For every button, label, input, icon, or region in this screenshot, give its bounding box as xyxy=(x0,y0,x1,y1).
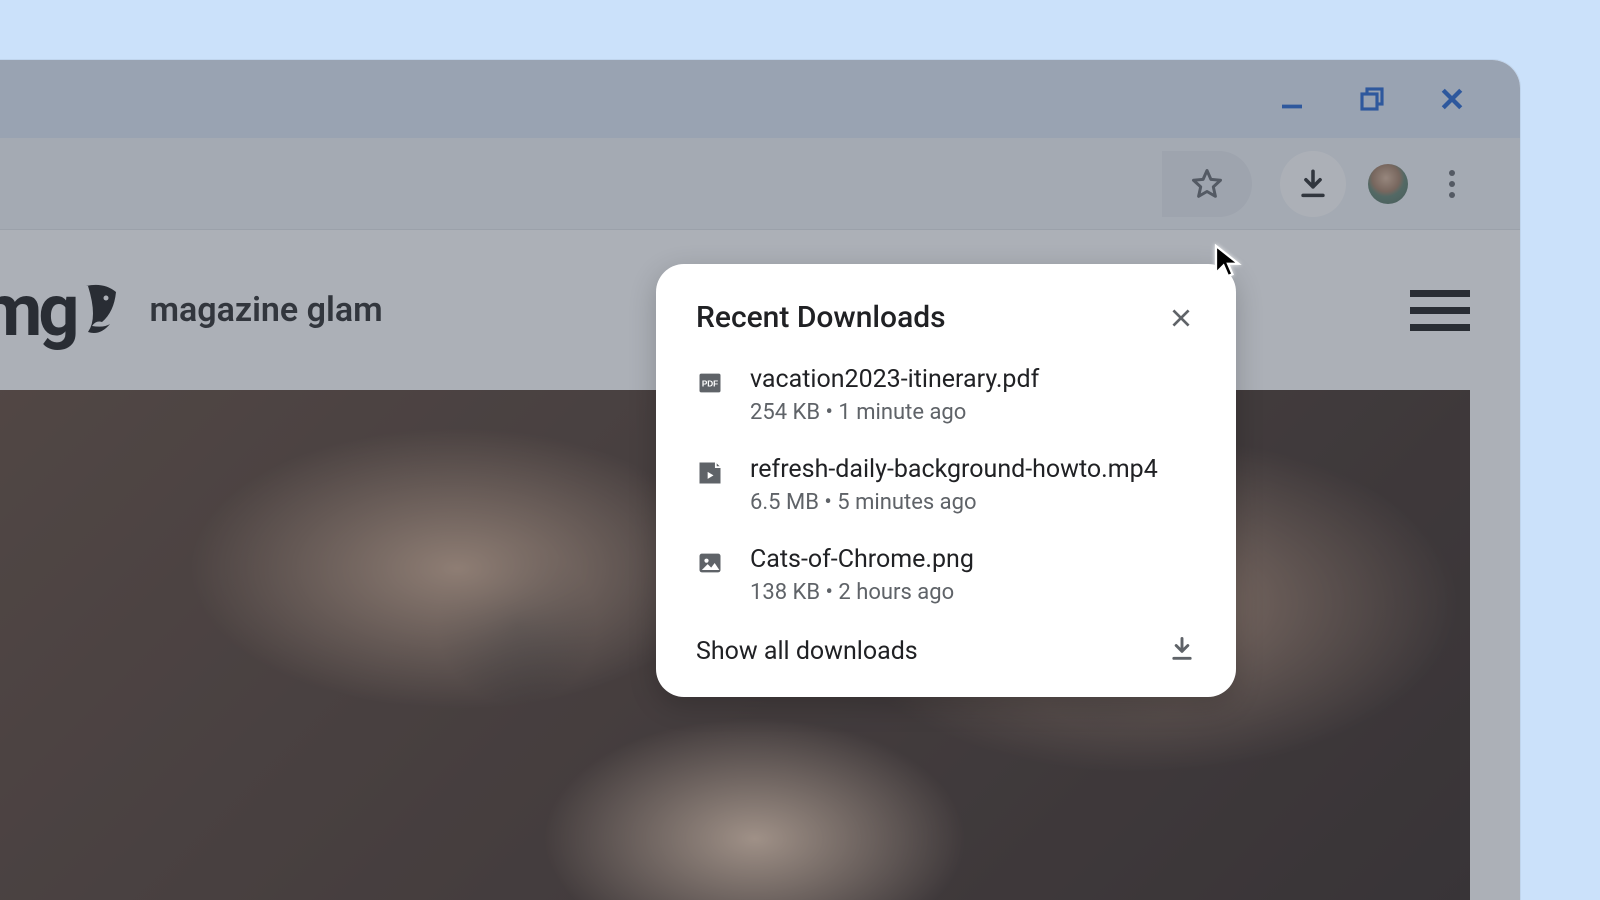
site-name: magazine glam xyxy=(150,290,383,330)
window-close-button[interactable] xyxy=(1434,81,1470,117)
download-item[interactable]: PDF vacation2023-itinerary.pdf 254 KB • … xyxy=(696,365,1196,425)
bookmark-star-button[interactable] xyxy=(1162,151,1252,217)
svg-text:PDF: PDF xyxy=(702,380,718,389)
downloads-button[interactable] xyxy=(1280,151,1346,217)
site-logo: mg xyxy=(0,268,124,353)
window-minimize-button[interactable] xyxy=(1274,81,1310,117)
hamburger-icon xyxy=(1410,290,1470,297)
download-item-info: vacation2023-itinerary.pdf 254 KB • 1 mi… xyxy=(750,365,1039,425)
download-item-info: refresh-daily-background-howto.mp4 6.5 M… xyxy=(750,455,1158,515)
download-icon xyxy=(1168,635,1196,663)
download-icon xyxy=(1296,167,1330,201)
star-icon xyxy=(1189,166,1225,202)
site-menu-button[interactable] xyxy=(1410,290,1470,331)
image-file-icon xyxy=(696,549,724,577)
minimize-icon xyxy=(1277,84,1307,114)
close-icon xyxy=(1168,305,1194,331)
browser-window: mg magazine glam Recent Downloads PDF xyxy=(0,60,1520,900)
site-brand[interactable]: mg magazine glam xyxy=(0,268,383,353)
logo-face-icon xyxy=(80,278,124,342)
popup-close-button[interactable] xyxy=(1166,303,1196,333)
download-item-info: Cats-of-Chrome.png 138 KB • 2 hours ago xyxy=(750,545,974,605)
browser-toolbar xyxy=(0,138,1520,230)
video-file-icon xyxy=(696,459,724,487)
download-item-name: Cats-of-Chrome.png xyxy=(750,545,974,574)
profile-avatar-button[interactable] xyxy=(1368,164,1408,204)
restore-icon xyxy=(1357,84,1387,114)
download-all-icon-button[interactable] xyxy=(1168,635,1196,667)
logo-text: mg xyxy=(0,268,76,353)
kebab-icon xyxy=(1449,170,1455,198)
download-item[interactable]: Cats-of-Chrome.png 138 KB • 2 hours ago xyxy=(696,545,1196,605)
download-item-name: vacation2023-itinerary.pdf xyxy=(750,365,1039,394)
downloads-popup: Recent Downloads PDF vacation2023-itiner… xyxy=(656,264,1236,697)
download-item-meta: 254 KB • 1 minute ago xyxy=(750,400,1039,425)
download-item[interactable]: refresh-daily-background-howto.mp4 6.5 M… xyxy=(696,455,1196,515)
close-icon xyxy=(1437,84,1467,114)
browser-menu-button[interactable] xyxy=(1430,162,1474,206)
download-item-meta: 6.5 MB • 5 minutes ago xyxy=(750,490,1158,515)
popup-footer: Show all downloads xyxy=(696,635,1196,667)
download-item-name: refresh-daily-background-howto.mp4 xyxy=(750,455,1158,484)
pdf-file-icon: PDF xyxy=(696,369,724,397)
popup-title: Recent Downloads xyxy=(696,300,946,335)
window-titlebar xyxy=(0,60,1520,138)
window-restore-button[interactable] xyxy=(1354,81,1390,117)
download-item-meta: 138 KB • 2 hours ago xyxy=(750,580,974,605)
popup-header: Recent Downloads xyxy=(696,300,1196,335)
show-all-downloads-link[interactable]: Show all downloads xyxy=(696,637,918,666)
